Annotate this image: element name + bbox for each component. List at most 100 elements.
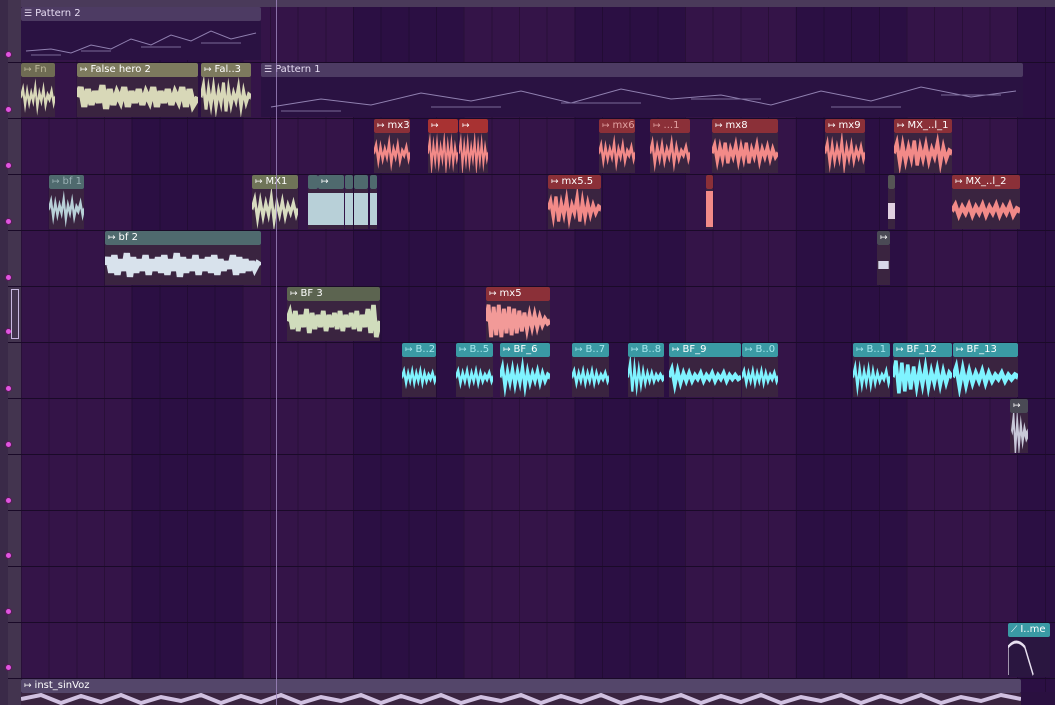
audio-clip-slate-c[interactable] [345,175,353,229]
audio-clip-inst-sinvoz[interactable]: ↦ inst_sinVoz [21,679,1021,705]
audio-clip-slate-e[interactable] [370,175,377,229]
audio-clip-icon: ↦ [431,121,439,131]
audio-clip-icon: ↦ [24,681,32,691]
clip-label: Fn [34,64,47,75]
audio-clip-bf-1[interactable]: ↦ bf 1 [49,175,84,229]
audio-clip-b-8[interactable]: ↦ B..8 [628,343,664,397]
audio-clip-icon: ↦ [880,233,888,243]
track-8-indicator[interactable] [5,441,12,448]
automation-clip[interactable]: ⟋ I..me [1008,623,1050,677]
audio-clip-icon: ↦ [575,345,583,355]
audio-clip-bf-12[interactable]: ↦ BF_12 [893,343,952,397]
audio-clip-bf-6[interactable]: ↦ BF_6 [500,343,550,397]
track-7-indicator[interactable] [5,385,12,392]
clip-label: B..1 [866,344,887,355]
audio-clip-dot1[interactable]: ↦ ...1 [650,119,690,173]
track-10-indicator[interactable] [5,552,12,559]
audio-clip-mx-l-1[interactable]: ↦ MX_..l_1 [894,119,952,173]
audio-clip-icon: ↦ [956,345,964,355]
clip-label: B..5 [469,344,490,355]
audio-clip-mx5[interactable]: ↦ mx5 [486,287,550,341]
audio-clip-mx-pair-b[interactable]: ↦ [459,119,488,173]
audio-clip-mx-l-2[interactable]: ↦ MX_..l_2 [952,175,1020,229]
lane-divider [8,174,1055,175]
track-9-indicator[interactable] [5,497,12,504]
clip-label: Pattern 1 [275,64,321,75]
audio-clip-icon: ↦ [897,121,905,131]
track-header-column[interactable] [5,0,22,705]
track-4-indicator[interactable] [5,218,12,225]
audio-clip-icon: ↦ [255,177,263,187]
track-5-indicator[interactable] [5,274,12,281]
audio-clip-mx6[interactable]: ↦ mx6 [599,119,635,173]
audio-clip-icon: ↦ [459,345,467,355]
audio-clip-icon: ↦ [955,177,963,187]
clip-label: B..8 [641,344,662,355]
audio-clip-mx9[interactable]: ↦ mx9 [825,119,865,173]
clip-label: bf 1 [62,176,82,187]
track-2-indicator[interactable] [5,106,12,113]
audio-clip-icon: ↦ [856,345,864,355]
clip-label: MX_..l_1 [907,120,949,131]
clip-label: mx9 [838,120,861,131]
pattern-clip-pattern-1[interactable]: ☰ Pattern 1 [261,63,1023,117]
track-3-indicator[interactable] [5,162,12,169]
audio-clip-icon: ↦ [602,121,610,131]
audio-clip-bf-2[interactable]: ↦ bf 2 [105,231,261,285]
clip-label: Pattern 2 [35,8,81,19]
audio-clip-icon: ↦ [377,121,385,131]
audio-clip-bf-3[interactable]: ↦ BF 3 [287,287,380,341]
audio-clip-red-sliver[interactable] [706,175,713,229]
audio-clip-slate-b[interactable]: ↦ [318,175,344,229]
audio-clip-icon: ↦ [321,177,329,187]
clip-label: BF_12 [906,344,937,355]
clip-label: BF 3 [300,288,323,299]
clip-label: mx8 [725,120,748,131]
audio-clip-icon: ↦ [290,289,298,299]
audio-clip-mx-pair-a[interactable]: ↦ [428,119,458,173]
audio-clip-small-gray[interactable]: ↦ [1010,399,1028,453]
audio-clip-fal-3[interactable]: ↦ Fal..3 [201,63,251,117]
audio-clip-mx3[interactable]: ↦ mx3 [374,119,410,173]
lane-divider [8,566,1055,567]
audio-clip-b-0[interactable]: ↦ B..0 [742,343,778,397]
clip-label: mx5.5 [561,176,594,187]
audio-clip-icon: ↦ [24,65,32,75]
audio-clip-icon: ↦ [631,345,639,355]
clip-label: inst_sinVoz [34,680,90,691]
lane-divider [8,398,1055,399]
audio-clip-icon: ↦ [462,121,470,131]
audio-clip-tiny-gray[interactable]: ↦ [877,231,890,285]
audio-clip-bf-13[interactable]: ↦ BF_13 [953,343,1018,397]
audio-clip-icon: ↦ [108,233,116,243]
pattern-clip-pattern-2[interactable]: ☰ Pattern 2 [21,7,261,60]
playhead-line[interactable] [276,0,277,705]
track-1-indicator[interactable] [5,51,12,58]
clip-label: B..2 [415,344,436,355]
audio-clip-b-2[interactable]: ↦ B..2 [402,343,436,397]
audio-clip-bf-9[interactable]: ↦ BF_9 [669,343,741,397]
audio-clip-slate-a[interactable] [308,175,318,229]
audio-clip-mx1[interactable]: ↦MX1 [252,175,298,229]
audio-clip-b-1[interactable]: ↦ B..1 [853,343,890,397]
audio-clip-icon: ↦ [828,121,836,131]
audio-clip-gray-sliver[interactable] [888,175,895,229]
audio-clip-icon: ↦ [896,345,904,355]
clip-label: ...1 [663,120,680,131]
audio-clip-icon: ↦ [551,177,559,187]
audio-clip-b-5[interactable]: ↦ B..5 [456,343,493,397]
audio-clip-icon: ↦ [745,345,753,355]
pattern-icon: ☰ [24,9,33,19]
timeline-ruler[interactable] [21,0,1055,7]
audio-clip-slate-d[interactable] [354,175,368,229]
audio-clip-fn[interactable]: ↦ Fn [21,63,55,117]
track-12-indicator[interactable] [5,664,12,671]
audio-clip-icon: ↦ [1013,401,1021,411]
audio-clip-false-hero-2[interactable]: ↦ False hero 2 [77,63,198,117]
track-11-indicator[interactable] [5,608,12,615]
clip-label: MX_..l_2 [965,176,1007,187]
audio-clip-icon: ↦ [672,345,680,355]
audio-clip-mx8[interactable]: ↦ mx8 [712,119,778,173]
audio-clip-b-7[interactable]: ↦ B..7 [572,343,609,397]
audio-clip-mx5-5[interactable]: ↦ mx5.5 [548,175,601,229]
